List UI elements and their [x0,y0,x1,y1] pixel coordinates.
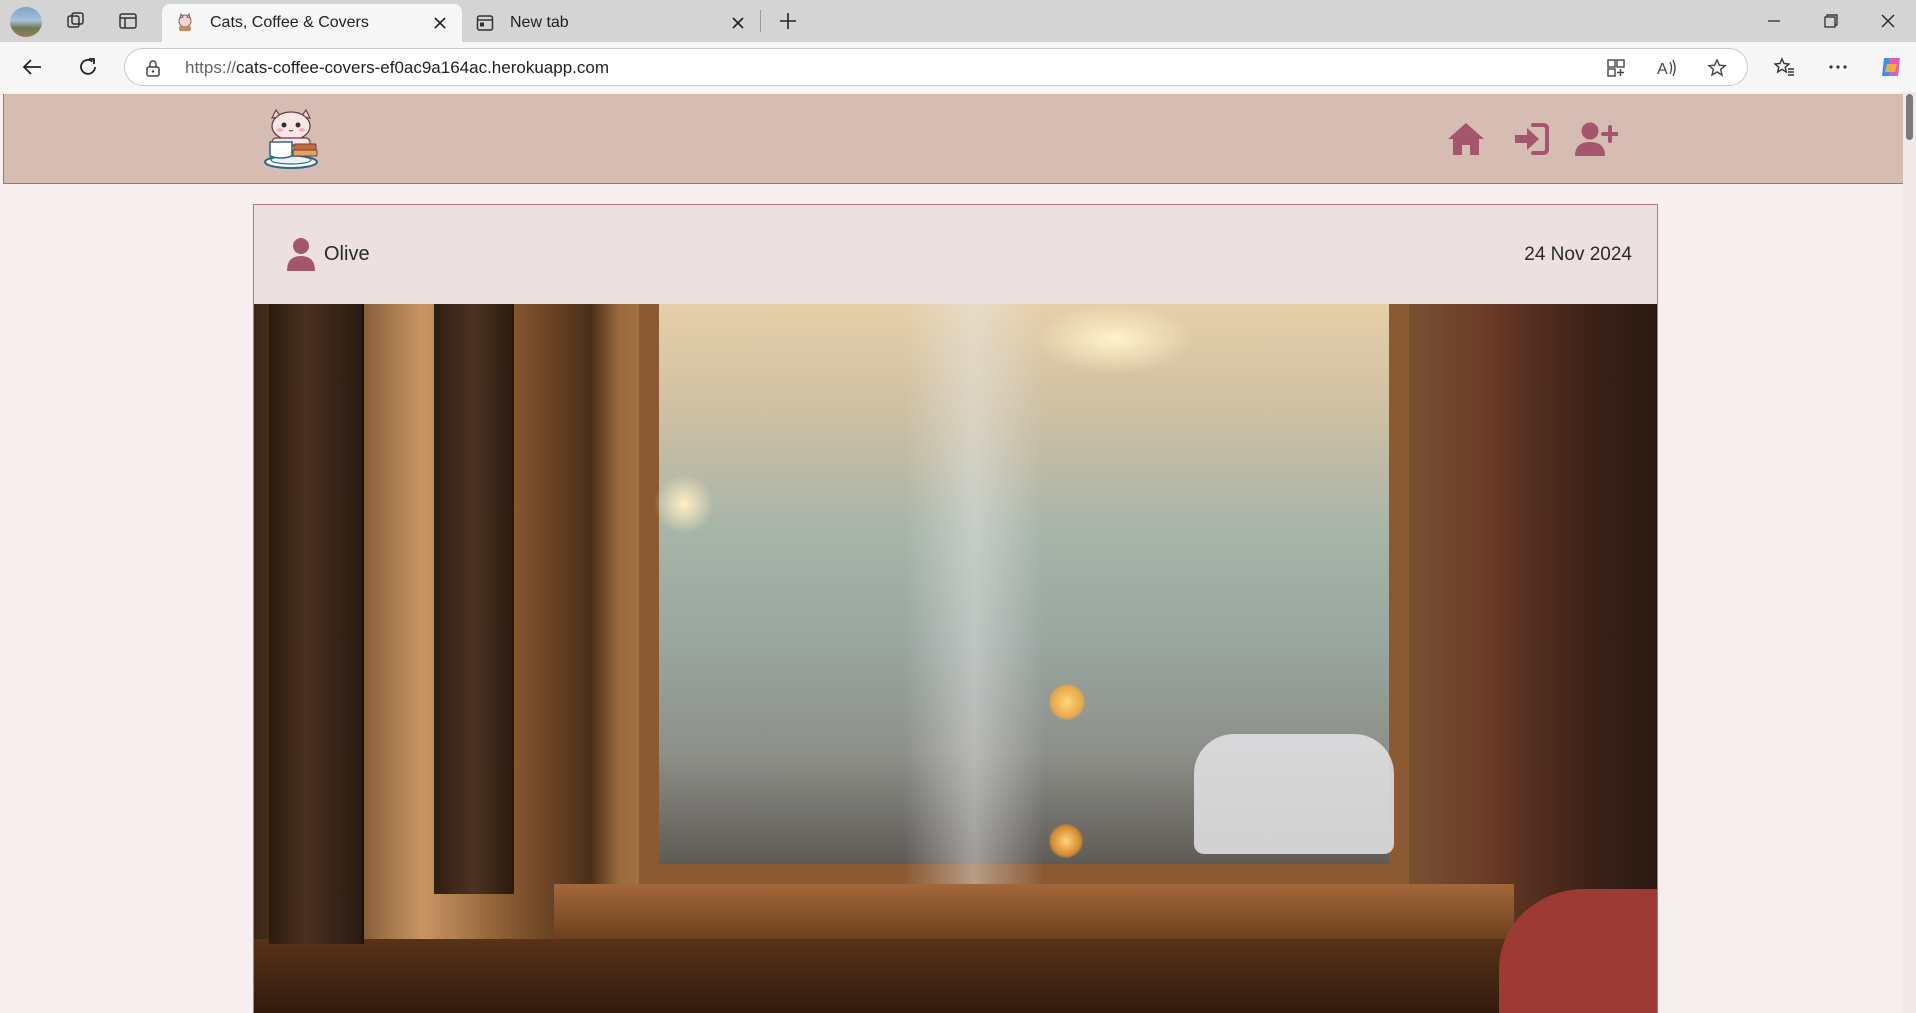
address-bar[interactable]: https://cats-coffee-covers-ef0ac9a164ac.… [124,48,1748,86]
tab-cats-coffee-covers[interactable]: Cats, Coffee & Covers [162,4,462,42]
refresh-icon[interactable] [70,51,106,83]
restore-icon[interactable] [1803,0,1859,42]
favorites-icon[interactable] [1766,51,1802,83]
page-viewport: Olive 24 Nov 2024 [0,92,1916,1013]
light-glow [1049,824,1083,858]
page-scrollbar[interactable] [1903,92,1916,1013]
url-text: https://cats-coffee-covers-ef0ac9a164ac.… [185,58,609,77]
tab-new-tab[interactable]: New tab [462,4,760,42]
close-tab-icon[interactable] [426,9,454,37]
home-icon[interactable] [1444,118,1488,160]
new-tab-favicon-icon [474,12,496,34]
window-sill [554,884,1514,939]
user-plus-icon[interactable] [1574,118,1618,160]
vertical-tabs-icon[interactable] [112,6,144,36]
profile-avatar[interactable] [10,7,42,37]
tab-title: Cats, Coffee & Covers [210,14,369,31]
close-window-icon[interactable] [1860,0,1916,42]
cat-favicon-icon [174,12,196,34]
copilot-icon[interactable] [1873,51,1909,83]
user-icon [286,237,316,271]
car-shape [1194,734,1394,854]
cat-coffee-book-logo[interactable] [262,108,320,170]
chair-shape [1499,889,1657,1013]
shutter-shape [269,304,364,944]
workspaces-icon[interactable] [60,6,92,36]
post-image [254,304,1657,1013]
close-tab-icon[interactable] [724,9,752,37]
lock-icon[interactable] [143,58,163,78]
tab-title: New tab [510,14,569,31]
light-glow [1034,304,1194,374]
light-glow [1049,684,1085,720]
site-navbar [3,94,1907,184]
post-author: Olive [286,237,370,271]
author-name: Olive [324,242,370,265]
svg-text:A: A [1657,61,1668,78]
read-aloud-icon[interactable]: A [1652,54,1682,82]
back-arrow-icon[interactable] [14,51,50,83]
light-glow [654,474,714,534]
table-edge [254,939,1657,1013]
tab-separator [760,10,761,32]
post-card: Olive 24 Nov 2024 [253,204,1658,1013]
shutter-shape [434,304,514,894]
scrollbar-thumb[interactable] [1906,94,1913,140]
sign-in-icon[interactable] [1509,118,1553,160]
post-date: 24 Nov 2024 [1524,244,1632,265]
plus-icon[interactable] [772,6,804,36]
app-grid-icon[interactable] [1601,54,1631,82]
star-icon[interactable] [1702,54,1732,82]
post-header: Olive 24 Nov 2024 [254,205,1657,304]
browser-tab-strip: Cats, Coffee & Covers New tab [0,0,1916,42]
more-icon[interactable] [1820,51,1856,83]
minimize-icon[interactable] [1746,0,1802,42]
browser-toolbar: https://cats-coffee-covers-ef0ac9a164ac.… [0,42,1916,92]
